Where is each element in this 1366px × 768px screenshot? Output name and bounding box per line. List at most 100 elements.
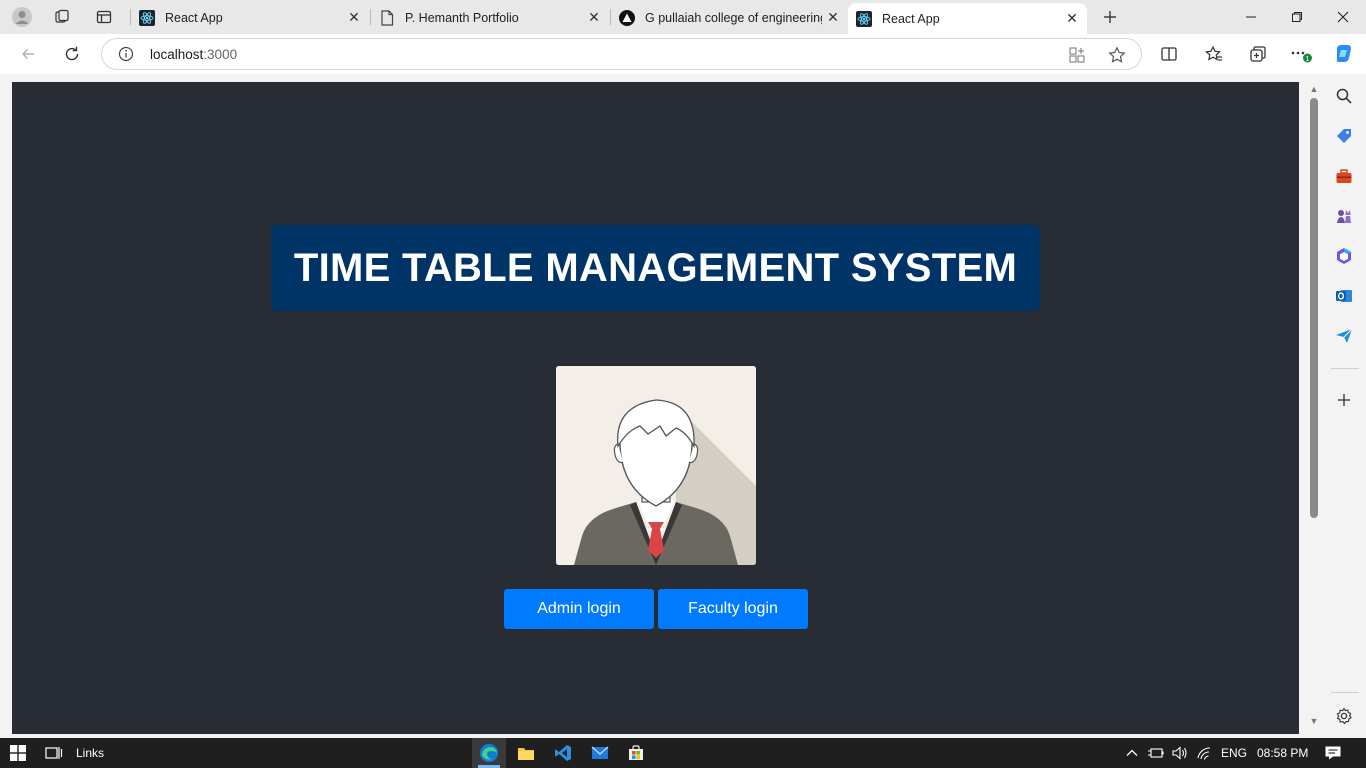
profile-button[interactable] <box>8 4 36 30</box>
task-view-button[interactable] <box>44 743 64 763</box>
taskbar-vscode-button[interactable] <box>553 743 573 763</box>
url-text: localhost:3000 <box>150 47 238 62</box>
taskbar-mail-button[interactable] <box>590 743 610 763</box>
refresh-button[interactable] <box>57 40 87 68</box>
close-tab-icon[interactable]: ✕ <box>1061 8 1083 30</box>
start-button[interactable] <box>8 743 28 763</box>
tab-strip: React App ✕ P. Hemanth Portfolio ✕ G pul… <box>0 0 1366 34</box>
notification-icon <box>1325 746 1341 760</box>
edge-browser-icon <box>480 744 498 762</box>
taskbar-store-button[interactable] <box>626 743 646 763</box>
collections-icon <box>1250 46 1266 62</box>
close-tab-icon[interactable]: ✕ <box>583 7 605 29</box>
outlook-icon <box>1336 290 1352 302</box>
minimize-icon <box>1246 16 1256 18</box>
site-info-icon <box>118 46 134 62</box>
search-icon <box>1336 88 1352 104</box>
app-install-icon <box>1069 47 1085 63</box>
tab-react-app-active[interactable]: React App ✕ <box>848 3 1087 34</box>
taskbar-file-explorer-button[interactable] <box>516 743 536 763</box>
chevron-up-icon <box>1126 749 1138 756</box>
notification-center-button[interactable] <box>1323 743 1343 763</box>
sidebar-settings-button[interactable] <box>1334 706 1354 726</box>
close-tab-icon[interactable]: ✕ <box>822 7 844 29</box>
copilot-icon <box>1336 45 1351 62</box>
toolbox-icon <box>1336 169 1352 183</box>
language-indicator[interactable]: ENG <box>1221 746 1247 760</box>
sidebar-tools-button[interactable] <box>1334 166 1354 186</box>
tray-power-button[interactable] <box>1146 743 1166 763</box>
folder-icon <box>518 748 534 760</box>
sidebar-outlook-button[interactable] <box>1334 286 1354 306</box>
settings-menu-button[interactable]: 1 <box>1286 40 1316 68</box>
more-options-icon: 1 <box>1291 51 1312 63</box>
page-viewport: TIME TABLE MANAGEMENT SYSTEM Admin login… <box>12 82 1299 734</box>
admin-login-button[interactable]: Admin login <box>504 589 654 629</box>
clock[interactable]: 08:58 PM <box>1257 746 1308 760</box>
split-screen-button[interactable] <box>1154 40 1184 68</box>
scroll-down-icon[interactable]: ▼ <box>1309 716 1319 726</box>
tab-portfolio[interactable]: P. Hemanth Portfolio ✕ <box>371 3 609 32</box>
favorites-icon <box>1205 45 1222 61</box>
windows-logo-icon <box>10 745 26 761</box>
workspaces-icon <box>55 9 69 23</box>
faculty-login-button[interactable]: Faculty login <box>658 589 808 629</box>
new-tab-button[interactable] <box>1096 4 1124 30</box>
close-window-button[interactable] <box>1320 0 1366 34</box>
tab-label: P. Hemanth Portfolio <box>405 10 519 25</box>
copilot-button[interactable] <box>1329 40 1359 68</box>
close-tab-icon[interactable]: ✕ <box>343 7 365 29</box>
plus-icon <box>1338 394 1350 406</box>
page-scrollbar[interactable]: ▲ ▼ <box>1305 82 1323 730</box>
vertical-tabs-button[interactable] <box>90 4 118 30</box>
tab-college[interactable]: G pullaiah college of engineering ✕ <box>611 3 848 32</box>
browser-toolbar: localhost:3000 1 <box>0 34 1366 74</box>
favorites-button[interactable] <box>1199 40 1229 68</box>
vscode-icon <box>555 745 571 761</box>
wifi-icon <box>1197 747 1211 760</box>
workspaces-button[interactable] <box>48 4 76 30</box>
collections-button[interactable] <box>1243 40 1273 68</box>
windows-taskbar: Links ENG 08:58 PM <box>0 738 1366 768</box>
gear-icon <box>1336 707 1352 725</box>
tab-label: G pullaiah college of engineering <box>645 10 822 25</box>
user-avatar-image <box>556 366 756 565</box>
sidebar-microsoft365-button[interactable] <box>1334 246 1354 266</box>
links-toolbar[interactable]: Links <box>76 746 104 760</box>
sidebar-games-button[interactable] <box>1334 206 1354 226</box>
tray-volume-button[interactable] <box>1170 743 1190 763</box>
scroll-thumb[interactable] <box>1310 98 1318 518</box>
tab-label: React App <box>165 10 223 25</box>
tab-react-app-1[interactable]: React App ✕ <box>131 3 369 32</box>
document-icon <box>379 9 395 26</box>
sidebar-search-button[interactable] <box>1334 86 1354 106</box>
sidebar-shopping-button[interactable] <box>1334 126 1354 146</box>
sidebar-add-button[interactable] <box>1334 390 1354 410</box>
close-icon <box>1337 11 1349 23</box>
minimize-button[interactable] <box>1228 0 1274 34</box>
person-avatar-icon <box>556 366 756 565</box>
profile-icon <box>12 7 32 27</box>
restore-button[interactable] <box>1274 0 1320 34</box>
send-paper-plane-icon <box>1336 328 1353 343</box>
battery-plug-icon <box>1148 748 1164 758</box>
address-bar[interactable]: localhost:3000 <box>101 38 1142 70</box>
taskbar-edge-button[interactable] <box>479 743 499 763</box>
svg-text:1: 1 <box>1306 56 1310 63</box>
refresh-icon <box>65 46 79 61</box>
speaker-icon <box>1172 746 1187 760</box>
favorite-star-icon <box>1108 46 1126 63</box>
tab-actions-icon <box>96 10 112 24</box>
sidebar-send-button[interactable] <box>1334 326 1354 346</box>
triangle-logo-icon <box>619 9 635 26</box>
back-arrow-icon <box>22 49 34 59</box>
tray-network-button[interactable] <box>1195 743 1215 763</box>
restore-icon <box>1292 12 1302 22</box>
edge-sidebar <box>1323 74 1366 736</box>
page-title: TIME TABLE MANAGEMENT SYSTEM <box>293 245 1018 290</box>
scroll-up-icon[interactable]: ▲ <box>1309 84 1319 94</box>
back-button[interactable] <box>13 40 43 68</box>
plus-icon <box>1104 11 1116 23</box>
title-banner: TIME TABLE MANAGEMENT SYSTEM <box>271 225 1040 311</box>
tray-overflow-button[interactable] <box>1122 743 1142 763</box>
